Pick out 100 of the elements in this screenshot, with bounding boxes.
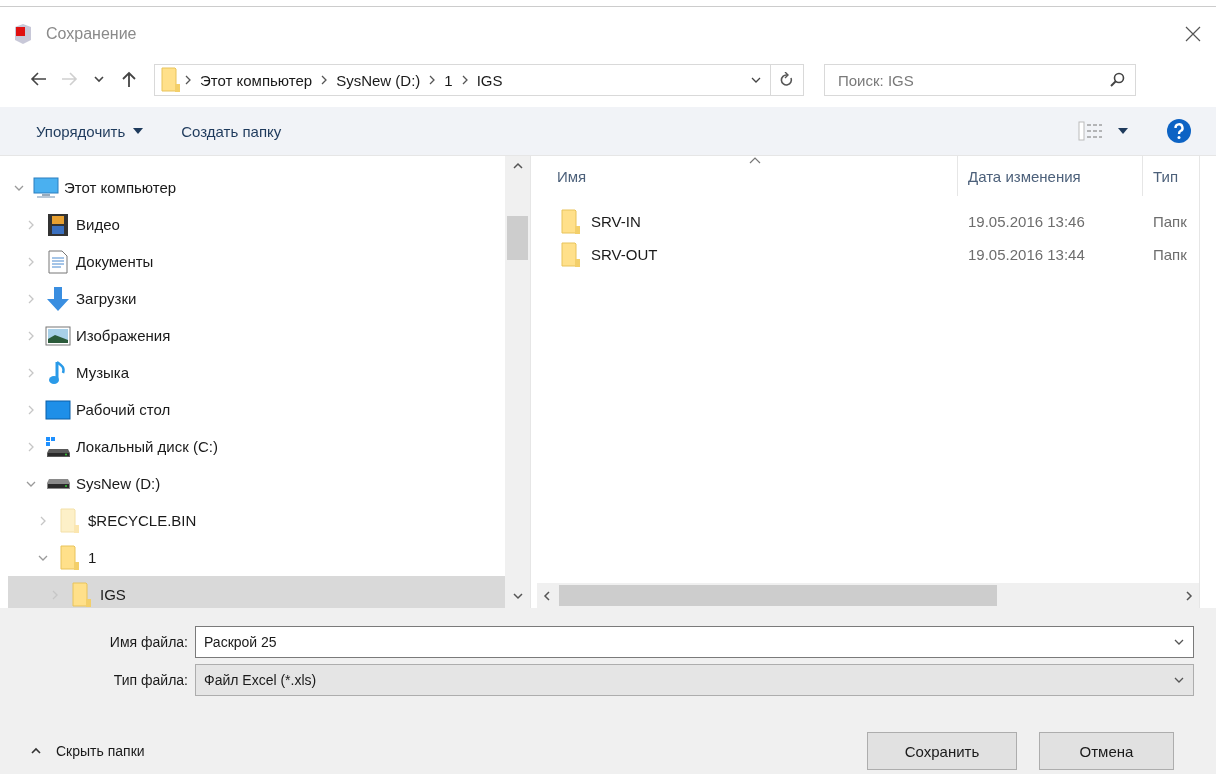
folder-tree-label: Локальный диск (C:) [76,438,218,455]
file-name: SRV-IN [591,213,641,230]
details-view-icon [1078,121,1104,141]
address-bar[interactable]: Этот компьютер SysNew (D:) 1 IGS [154,64,804,96]
folder-tree-item[interactable]: Документы [8,243,505,280]
vertical-scrollbar[interactable] [505,156,530,608]
folder-tree-label: Музыка [76,364,130,381]
folder-tree-label: $RECYCLE.BIN [88,512,197,529]
field-label: Тип файла: [112,672,189,688]
folder-tree-item[interactable]: Музыка [8,354,505,391]
folder-tree-item[interactable]: IGS [8,576,505,608]
chevron-right-icon[interactable] [39,514,47,527]
film-strip-icon [47,212,69,237]
folder-tree-item[interactable]: Рабочий стол [8,391,505,428]
folder-tree-label: Изображения [76,327,171,344]
folder-tree-item[interactable]: Видео [8,206,505,243]
save-button[interactable]: Сохранить [867,732,1017,770]
caret-icon [133,128,144,134]
file-type: Папк [1152,246,1188,263]
chevron-down-icon[interactable] [1173,638,1185,646]
folder-tree-item[interactable]: Этот компьютер [8,169,505,206]
file-name: SRV-OUT [591,246,658,263]
chevron-right-icon[interactable] [27,218,35,231]
app-cube-icon [12,23,34,45]
breadcrumb-item[interactable]: 1 [444,71,453,89]
chevron-right-icon[interactable] [27,403,35,416]
chevron-down-icon[interactable] [750,76,762,84]
music-note-icon [49,359,67,386]
folder-tree-label: Видео [76,216,120,233]
modified-date: 19.05.2016 13:46 [967,213,1086,230]
column-header-label: Тип [1153,167,1178,185]
folder-tree-label: 1 [88,549,97,566]
chevron-down-icon[interactable] [1173,676,1185,684]
folder-tree-label: Рабочий стол [76,401,171,418]
breadcrumb-item[interactable]: SysNew (D:) [336,71,421,89]
refresh-icon[interactable] [780,72,794,88]
folder-icon [161,67,181,93]
horizontal-scrollbar[interactable] [537,583,1199,608]
field-label: Имя файла: [108,634,189,650]
folder-tree-item[interactable]: Изображения [8,317,505,354]
cancel-button[interactable]: Отмена [1039,732,1174,770]
file-name-field[interactable]: Раскрой 25 [195,626,1194,658]
chevron-right-icon [185,75,191,85]
help-icon[interactable] [1166,118,1192,144]
new-folder-button[interactable]: Создать папку [171,118,292,144]
scroll-up-icon[interactable] [511,162,524,170]
scroll-down-icon[interactable] [511,592,524,600]
column-header-label: Дата изменения [968,167,1081,185]
scroll-left-icon[interactable] [543,589,551,602]
column-header[interactable]: Тип [1143,156,1199,196]
chevron-right-icon[interactable] [27,292,35,305]
folder-icon [72,581,92,608]
folder-tree-label: SysNew (D:) [76,475,161,492]
chevron-right-icon[interactable] [27,440,35,453]
folder-tree-item[interactable]: $RECYCLE.BIN [8,502,505,539]
chevron-right-icon [429,75,436,85]
up-arrow-icon[interactable] [120,70,138,90]
scrollbar-thumb[interactable] [559,585,997,606]
search-field[interactable]: Поиск: IGS [824,64,1136,96]
folder-tree-item[interactable]: Загрузки [8,280,505,317]
folder-icon [60,544,80,571]
folder-icon [561,208,581,235]
folder-tree-label: Документы [76,253,154,270]
chevron-right-icon [461,75,468,85]
scrollbar-thumb[interactable] [507,216,528,260]
modified-date: 19.05.2016 13:44 [967,246,1086,263]
drive-icon [45,435,71,458]
breadcrumb-item[interactable]: Этот компьютер [200,71,313,89]
column-header-label: Имя [557,167,587,185]
desktop-icon [45,399,71,420]
hide-folders-button[interactable]: Скрыть папки [30,743,145,759]
folder-tree-item[interactable]: SysNew (D:) [8,465,505,502]
chevron-right-icon [321,75,328,85]
caret-icon [1118,128,1128,134]
folder-tree-label: Загрузки [76,290,137,307]
down-arrow-icon [45,285,71,312]
file-type-dropdown[interactable]: Файл Excel (*.xls) [195,664,1194,696]
folder-tree-label: IGS [100,586,126,603]
chevron-right-icon[interactable] [27,366,35,379]
file-type: Папк [1152,213,1188,230]
chevron-right-icon[interactable] [27,329,35,342]
chevron-right-icon[interactable] [27,255,35,268]
picture-icon [45,325,71,346]
search-placeholder: Поиск: IGS [838,71,914,89]
close-icon[interactable] [1184,25,1202,43]
column-header[interactable]: Имя [537,156,958,196]
organize-button[interactable]: Упорядочить [26,118,154,144]
computer-icon [33,176,59,199]
search-icon [1109,72,1125,88]
folder-tree-label: Этот компьютер [64,179,177,196]
scroll-right-icon[interactable] [1185,589,1193,602]
breadcrumb-item[interactable]: IGS [476,71,503,89]
file-row[interactable]: SRV-IN 19.05.2016 13:46 Папк [537,205,1199,238]
window-title: Сохранение [46,25,138,43]
folder-tree-item[interactable]: Локальный диск (C:) [8,428,505,465]
folder-icon [561,241,581,268]
chevron-up-icon [30,747,42,755]
file-row[interactable]: SRV-OUT 19.05.2016 13:44 Папк [537,238,1199,271]
column-header[interactable]: Дата изменения [958,156,1143,196]
folder-tree-item[interactable]: 1 [8,539,505,576]
